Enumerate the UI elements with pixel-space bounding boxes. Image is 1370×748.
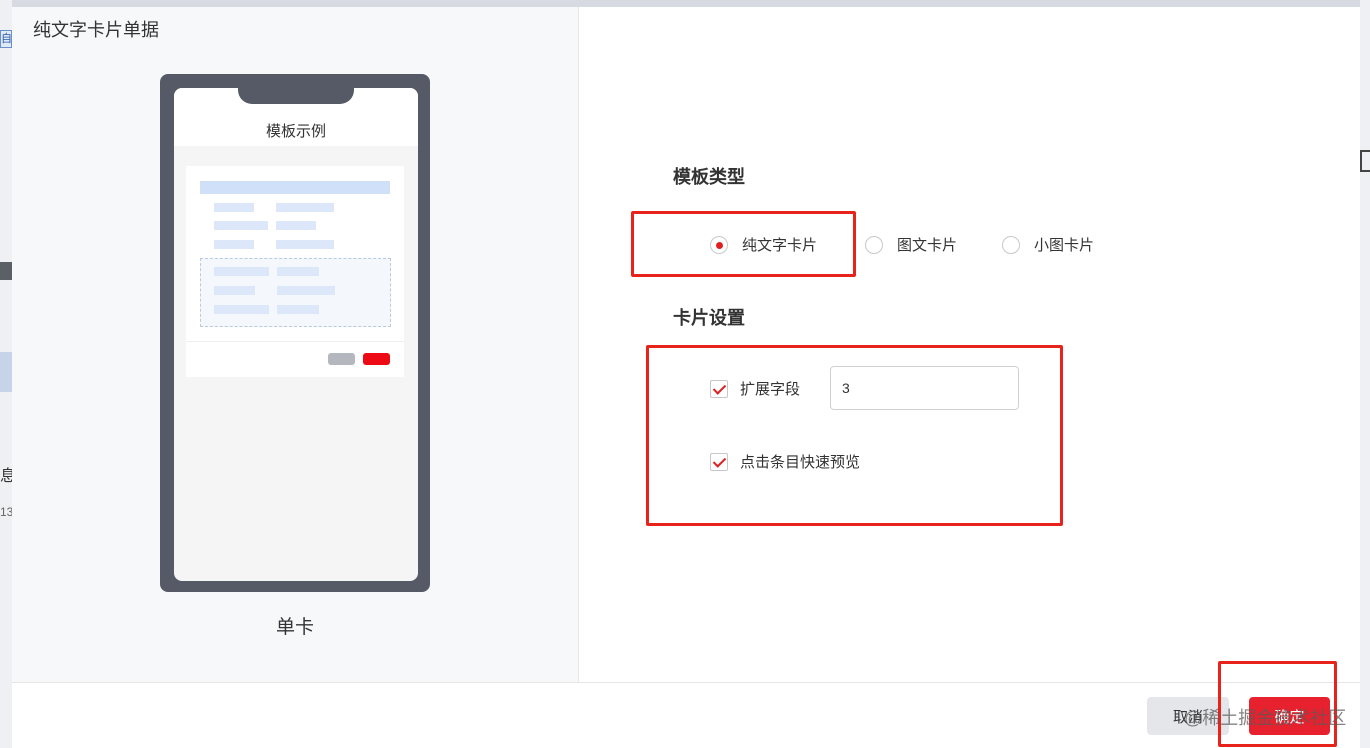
preview-title: 模板示例 xyxy=(265,123,326,140)
backdrop-blue-block xyxy=(0,352,12,392)
skeleton-label xyxy=(214,286,255,295)
skeleton-header-bar xyxy=(200,181,390,194)
backdrop-dark-bar xyxy=(0,262,12,280)
skeleton-value xyxy=(277,305,319,314)
skeleton-value xyxy=(276,203,334,212)
template-type-label: 模板类型 xyxy=(673,167,745,187)
skeleton-label xyxy=(214,240,254,249)
annotation-box-card-settings xyxy=(646,345,1063,526)
radio-small-image-card[interactable]: 小图卡片 xyxy=(1002,234,1094,255)
card-settings-label: 卡片设置 xyxy=(673,308,745,328)
phone-screen: 模板示例 xyxy=(174,88,418,581)
radio-unselected-icon[interactable] xyxy=(1002,235,1020,254)
backdrop-top-bar xyxy=(0,0,1370,7)
annotation-box-template-type xyxy=(631,211,856,277)
backdrop-window-icon xyxy=(1360,150,1370,172)
card-divider xyxy=(186,341,404,342)
backdrop-number: 13 xyxy=(0,505,12,519)
skeleton-value xyxy=(277,267,319,276)
preview-secondary-button xyxy=(328,353,355,365)
phone-header: 模板示例 xyxy=(174,88,418,146)
phone-notch xyxy=(238,88,354,104)
extended-fields-box xyxy=(200,258,391,327)
preview-caption: 单卡 xyxy=(275,617,314,638)
radio-unselected-icon[interactable] xyxy=(865,235,883,254)
backdrop-text: 息 xyxy=(0,468,12,485)
radio-label: 小图卡片 xyxy=(1034,237,1095,254)
skeleton-value xyxy=(276,221,316,230)
backdrop-right-strip xyxy=(1360,0,1370,748)
skeleton-label xyxy=(214,267,269,276)
dialog-title: 纯文字卡片单据 xyxy=(33,20,159,40)
template-dialog: 纯文字卡片单据 模板示例 单卡 模板类型 纯文字卡片 图文卡片 小图卡片 卡片设… xyxy=(12,7,1360,748)
phone-mockup: 模板示例 xyxy=(160,74,430,592)
skeleton-value xyxy=(276,240,334,249)
preview-primary-button xyxy=(363,353,390,365)
preview-pane: 纯文字卡片单据 模板示例 单卡 xyxy=(12,7,579,682)
skeleton-value xyxy=(277,286,335,295)
annotation-box-confirm xyxy=(1218,661,1337,747)
radio-label: 图文卡片 xyxy=(897,237,958,254)
skeleton-label xyxy=(214,305,269,314)
backdrop-tag: 自 xyxy=(0,30,12,48)
radio-image-text-card[interactable]: 图文卡片 xyxy=(865,234,957,255)
cancel-button[interactable]: 取消 xyxy=(1147,697,1229,735)
skeleton-label xyxy=(214,221,268,230)
preview-card xyxy=(186,166,404,377)
skeleton-label xyxy=(214,203,254,212)
